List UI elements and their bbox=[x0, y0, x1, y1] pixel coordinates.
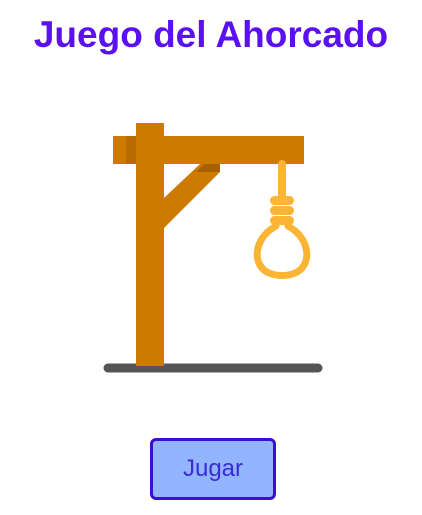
gallows-illustration bbox=[103, 123, 323, 373]
gallows-beam-shadow bbox=[126, 136, 136, 164]
noose-knot-1 bbox=[270, 196, 294, 205]
gallows-brace bbox=[164, 164, 220, 228]
gallows-beam bbox=[113, 136, 304, 164]
play-button[interactable]: Jugar bbox=[150, 438, 276, 500]
noose-loop bbox=[253, 222, 311, 279]
hangman-game: Juego del Ahorcado Jugar bbox=[0, 0, 422, 515]
noose-knot-2 bbox=[270, 206, 294, 215]
